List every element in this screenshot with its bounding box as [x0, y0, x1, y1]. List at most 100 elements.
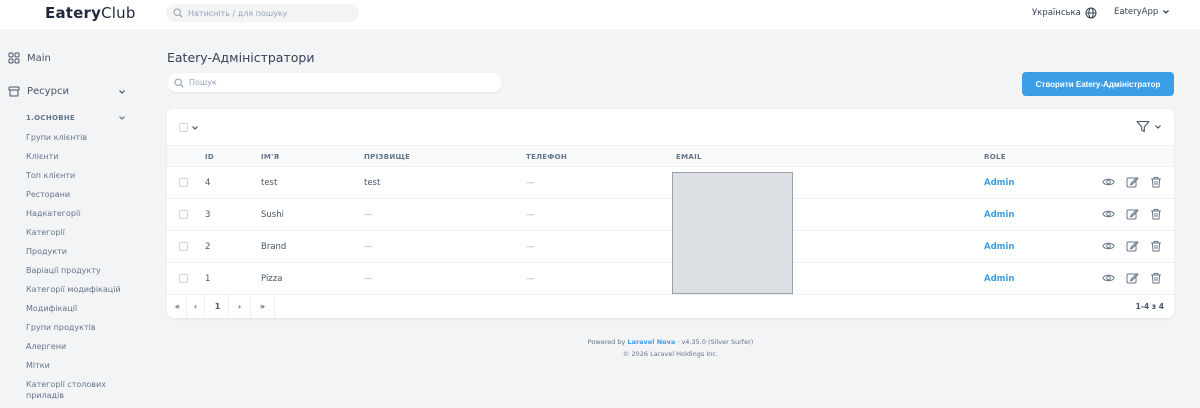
row-role-link[interactable]: Admin [984, 178, 1015, 188]
row-checkbox[interactable] [179, 274, 188, 283]
pagination-page-1[interactable]: 1 [207, 294, 229, 318]
app-logo[interactable]: EateryClub [45, 4, 136, 22]
row-actions [1102, 176, 1162, 188]
eye-icon[interactable] [1102, 240, 1115, 252]
sidebar-item-restaurants[interactable]: Ресторани [26, 188, 136, 207]
sidebar-item-clients[interactable]: Клієнти [26, 150, 136, 169]
chevron-down-icon [192, 125, 198, 130]
column-header-name[interactable]: ІМ'Я [261, 153, 279, 161]
table-row[interactable]: 3 Sushi — — Admin [167, 199, 1174, 231]
footer-copyright: © 2026 Laravel Holdings Inc. [622, 350, 719, 358]
sidebar-item-cutlery-categories[interactable]: Категорії столових приладів [26, 378, 136, 400]
table-row[interactable]: 4 test test — Admin [167, 167, 1174, 199]
edit-icon[interactable] [1126, 240, 1139, 252]
resource-search-placeholder: Пошук [189, 78, 217, 87]
sidebar-item-product-variations[interactable]: Варіації продукту [26, 264, 136, 283]
page-title: Eatery-Адміністратори [167, 50, 315, 65]
language-switcher[interactable]: Українська [1032, 7, 1097, 19]
sidebar-group-label: 1.ОСНОВНЕ [26, 114, 76, 122]
eye-icon[interactable] [1102, 176, 1115, 188]
sidebar-item-modifier-categories[interactable]: Категорії модифікацій [26, 283, 136, 302]
user-menu-label: EateryApp [1114, 7, 1159, 17]
sidebar-item-resources[interactable]: Ресурси [8, 85, 130, 97]
filter-icon [1136, 120, 1150, 133]
row-name: Brand [261, 242, 287, 252]
trash-icon[interactable] [1150, 208, 1162, 220]
row-checkbox[interactable] [179, 242, 188, 251]
footer-powered-line: Powered by Laravel Nova · v4.35.0 (Silve… [587, 338, 754, 346]
row-surname: — [364, 242, 373, 252]
select-all-dropdown[interactable] [179, 123, 199, 132]
row-role-link[interactable]: Admin [984, 242, 1015, 252]
sidebar-item-client-groups[interactable]: Групи клієнтів [26, 131, 136, 150]
sidebar-item-resources-label: Ресурси [27, 85, 69, 97]
email-redaction-block [672, 172, 793, 294]
edit-icon[interactable] [1126, 176, 1139, 188]
pagination-next-button[interactable]: › [229, 294, 251, 318]
create-admin-button[interactable]: Створити Eatery-Адміністратор [1022, 72, 1174, 96]
row-role-link[interactable]: Admin [984, 274, 1015, 284]
row-phone: — [526, 178, 535, 188]
resource-search-input[interactable]: Пошук [167, 73, 502, 92]
filter-dropdown[interactable] [1136, 120, 1162, 133]
chevron-down-icon [119, 116, 125, 120]
sidebar-group-header[interactable]: 1.ОСНОВНЕ [26, 114, 130, 122]
pagination-count: 1-4 з 4 [1135, 302, 1164, 311]
sidebar-item-main[interactable]: Main [8, 52, 51, 64]
sidebar-item-tags[interactable]: Мітки [26, 359, 136, 378]
trash-icon[interactable] [1150, 272, 1162, 284]
trash-icon[interactable] [1150, 240, 1162, 252]
row-name: Pizza [261, 274, 283, 284]
row-name: test [261, 178, 278, 188]
row-checkbox[interactable] [179, 178, 188, 187]
table-row[interactable]: 1 Pizza — — Admin [167, 263, 1174, 295]
edit-icon[interactable] [1126, 272, 1139, 284]
sidebar-item-categories[interactable]: Категорії [26, 226, 136, 245]
column-header-phone[interactable]: ТЕЛЕФОН [526, 153, 567, 161]
pagination-first-button[interactable]: « [169, 294, 187, 318]
row-name: Sushi [261, 210, 284, 220]
sidebar-item-products[interactable]: Продукти [26, 245, 136, 264]
sidebar-resource-list: Групи клієнтів Клієнти Топ клієнти Ресто… [26, 131, 136, 400]
row-actions [1102, 208, 1162, 220]
row-surname: — [364, 274, 373, 284]
row-surname: test [364, 178, 381, 188]
table-header: ID ІМ'Я ПРІЗВИЩЕ ТЕЛЕФОН EMAIL ROLE [167, 145, 1174, 167]
row-actions [1102, 240, 1162, 252]
sidebar-item-supercategories[interactable]: Надкатегорії [26, 207, 136, 226]
trash-icon[interactable] [1150, 176, 1162, 188]
chevron-down-icon [1163, 10, 1170, 14]
chevron-down-icon [119, 90, 125, 94]
footer-nova-link[interactable]: Laravel Nova [627, 338, 675, 346]
row-id: 4 [205, 178, 211, 188]
user-menu[interactable]: EateryApp [1114, 7, 1170, 17]
global-search-input[interactable]: Натисніть / для пошуку [166, 4, 359, 22]
row-checkbox[interactable] [179, 210, 188, 219]
pagination-prev-button[interactable]: ‹ [187, 294, 205, 318]
select-all-checkbox[interactable] [179, 123, 188, 132]
column-header-email[interactable]: EMAIL [676, 153, 702, 161]
column-header-id[interactable]: ID [205, 153, 214, 161]
sidebar-item-main-label: Main [27, 52, 51, 64]
eye-icon[interactable] [1102, 272, 1115, 284]
edit-icon[interactable] [1126, 208, 1139, 220]
column-header-role[interactable]: ROLE [984, 153, 1006, 161]
row-phone: — [526, 210, 535, 220]
row-surname: — [364, 210, 373, 220]
row-role-link[interactable]: Admin [984, 210, 1015, 220]
sidebar-item-modifiers[interactable]: Модифікації [26, 302, 136, 321]
sidebar-item-top-clients[interactable]: Топ клієнти [26, 169, 136, 188]
pagination: « ‹ 1 › » 1-4 з 4 [167, 294, 1174, 318]
eye-icon[interactable] [1102, 208, 1115, 220]
global-search-placeholder: Натисніть / для пошуку [188, 8, 288, 18]
row-id: 1 [205, 274, 211, 284]
sidebar-item-allergens[interactable]: Алергени [26, 340, 136, 359]
pagination-last-button[interactable]: » [251, 294, 275, 318]
row-id: 2 [205, 242, 211, 252]
search-icon [174, 77, 184, 88]
column-header-surname[interactable]: ПРІЗВИЩЕ [364, 153, 410, 161]
row-phone: — [526, 242, 535, 252]
sidebar-item-product-groups[interactable]: Групи продуктів [26, 321, 136, 340]
table-row[interactable]: 2 Brand — — Admin [167, 231, 1174, 263]
grid-icon [8, 52, 20, 64]
